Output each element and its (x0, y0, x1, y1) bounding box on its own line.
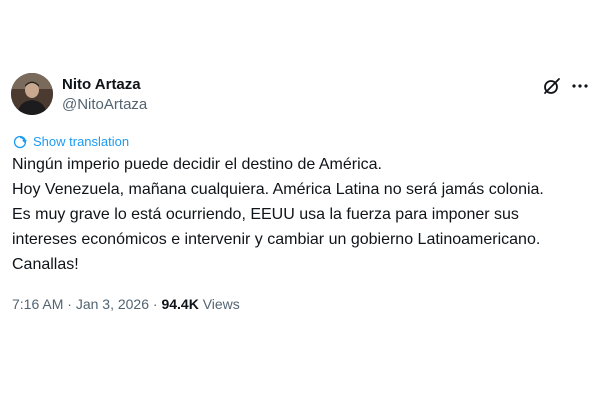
tweet-line: Es muy grave lo está ocurriendo, EEUU us… (12, 206, 519, 223)
tweet-text: Ningún imperio puede decidir el destino … (12, 152, 592, 277)
more-options-icon[interactable] (570, 76, 590, 96)
tweet-card: Nito Artaza @NitoArtaza Show translation… (0, 0, 600, 400)
views-label: Views (202, 296, 240, 312)
tweet-line: Hoy Venezuela, mañana cualquiera. Améric… (12, 181, 544, 198)
author-name[interactable]: Nito Artaza (62, 76, 141, 94)
author-handle[interactable]: @NitoArtaza (62, 96, 147, 114)
meta-separator: · (149, 296, 162, 312)
views-count[interactable]: 94.4K (161, 296, 198, 312)
translate-icon (13, 135, 27, 149)
tweet-time[interactable]: 7:16 AM (12, 296, 63, 312)
grok-icon[interactable] (542, 76, 562, 96)
show-translation-link[interactable]: Show translation (13, 134, 129, 150)
show-translation-label[interactable]: Show translation (33, 134, 129, 150)
tweet-line: Ningún imperio puede decidir el destino … (12, 156, 382, 173)
avatar[interactable] (11, 73, 53, 115)
tweet-meta: 7:16 AM · Jan 3, 2026 · 94.4K Views (12, 294, 240, 314)
tweet-date[interactable]: Jan 3, 2026 (76, 296, 149, 312)
avatar-image (11, 73, 53, 115)
tweet-line: Canallas! (12, 256, 79, 273)
meta-separator: · (63, 296, 76, 312)
tweet-line: intereses económicos e intervenir y camb… (12, 231, 541, 248)
